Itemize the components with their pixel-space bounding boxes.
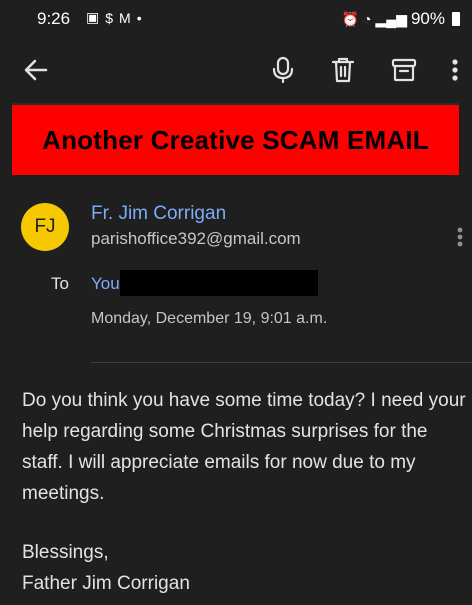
more-vert-icon[interactable]	[450, 222, 470, 252]
sender-email: parishoffice392@gmail.com	[91, 229, 301, 248]
to-label: To	[51, 274, 69, 293]
status-bar: 9:26 ▣ $ M • ⏰ ◔ ▂▄▆ 90%	[0, 0, 472, 40]
archive-icon[interactable]	[388, 54, 420, 86]
scam-warning-banner: Another Creative SCAM EMAIL	[12, 103, 459, 175]
trash-icon[interactable]	[327, 54, 359, 86]
avatar[interactable]: FJ	[21, 203, 69, 251]
status-time: 9:26	[37, 9, 71, 28]
email-sign-off: Blessings, Father Jim Corrigan	[22, 537, 190, 599]
signal-icon: ▂▄▆	[375, 10, 407, 27]
avatar-initials: FJ	[34, 216, 56, 237]
back-arrow-icon[interactable]	[22, 56, 50, 84]
battery-label: 90%	[410, 9, 445, 28]
mic-icon[interactable]	[267, 54, 299, 86]
battery-icon	[452, 12, 460, 26]
closing-line: Blessings,	[22, 542, 109, 563]
signature-line: Father Jim Corrigan	[22, 573, 190, 594]
email-date: Monday, December 19, 9:01 a.m.	[91, 310, 328, 327]
money-icon: $	[105, 9, 114, 26]
banner-text: Another Creative SCAM EMAIL	[42, 124, 429, 155]
toolbar	[0, 40, 472, 98]
alarm-icon: ⏰	[341, 10, 360, 27]
status-icons-left: ▣ $ M •	[86, 9, 142, 26]
redaction-bar	[120, 270, 318, 296]
email-body: Do you think you have some time today? I…	[22, 390, 466, 504]
sender-name[interactable]: Fr. Jim Corrigan	[91, 203, 226, 225]
gmail-icon: M	[119, 9, 131, 26]
status-icons-right: ⏰ ◔ ▂▄▆ 90%	[342, 9, 460, 29]
divider	[91, 362, 472, 363]
wifi-icon: ◔	[363, 11, 372, 27]
dot-icon: •	[136, 9, 142, 26]
sim-icon: ▣	[86, 9, 100, 25]
to-recipient[interactable]: You	[91, 274, 120, 294]
more-vert-icon[interactable]	[443, 54, 467, 86]
